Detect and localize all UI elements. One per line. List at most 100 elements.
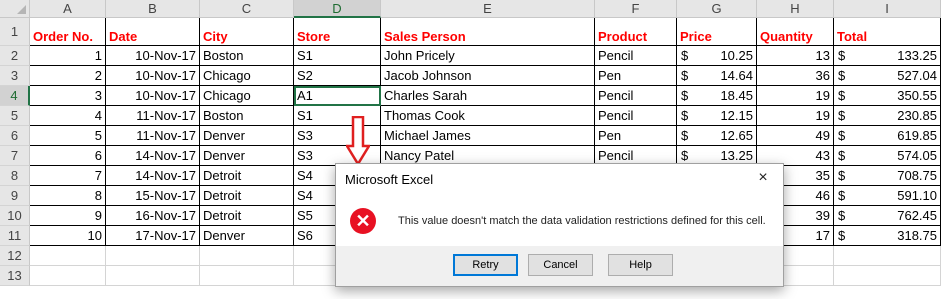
column-header-i[interactable]: I (834, 0, 941, 18)
cell-order[interactable]: 5 (30, 126, 106, 146)
help-button[interactable]: Help (608, 254, 673, 276)
cell-city[interactable]: Chicago (200, 66, 294, 86)
row-header-8[interactable]: 8 (0, 166, 30, 186)
cell-store[interactable]: S1 (294, 46, 381, 66)
column-header-h[interactable]: H (757, 0, 834, 18)
column-header-e[interactable]: E (381, 0, 595, 18)
cell-total[interactable]: $133.25 (834, 46, 941, 66)
cell-total[interactable]: $762.45 (834, 206, 941, 226)
cell-qty[interactable]: 19 (757, 86, 834, 106)
header-cell-e[interactable]: Sales Person (381, 18, 595, 46)
cell-qty[interactable]: 13 (757, 46, 834, 66)
header-cell-g[interactable]: Price (677, 18, 757, 46)
cell-date[interactable]: 14-Nov-17 (106, 166, 200, 186)
empty-cell[interactable] (834, 246, 941, 266)
cell-order[interactable]: 2 (30, 66, 106, 86)
header-cell-a[interactable]: Order No. (30, 18, 106, 46)
cell-date[interactable]: 16-Nov-17 (106, 206, 200, 226)
cell-price[interactable]: $12.65 (677, 126, 757, 146)
column-header-a[interactable]: A (30, 0, 106, 18)
cancel-button[interactable]: Cancel (528, 254, 593, 276)
cell-order[interactable]: 8 (30, 186, 106, 206)
row-header-11[interactable]: 11 (0, 226, 30, 246)
cell-total[interactable]: $527.04 (834, 66, 941, 86)
cell-product[interactable]: Pencil (595, 86, 677, 106)
cell-order[interactable]: 10 (30, 226, 106, 246)
cell-city[interactable]: Boston (200, 46, 294, 66)
cell-product[interactable]: Pencil (595, 46, 677, 66)
cell-person[interactable]: Michael James (381, 126, 595, 146)
row-header-9[interactable]: 9 (0, 186, 30, 206)
cell-qty[interactable]: 36 (757, 66, 834, 86)
cell-city[interactable]: Detroit (200, 186, 294, 206)
cell-order[interactable]: 3 (30, 86, 106, 106)
empty-cell[interactable] (200, 266, 294, 286)
cell-city[interactable]: Chicago (200, 86, 294, 106)
cell-total[interactable]: $350.55 (834, 86, 941, 106)
cell-date[interactable]: 17-Nov-17 (106, 226, 200, 246)
cell-date[interactable]: 11-Nov-17 (106, 106, 200, 126)
cell-price[interactable]: $10.25 (677, 46, 757, 66)
empty-cell[interactable] (200, 246, 294, 266)
header-cell-b[interactable]: Date (106, 18, 200, 46)
row-header-4[interactable]: 4 (0, 86, 30, 106)
cell-qty[interactable]: 49 (757, 126, 834, 146)
row-header-6[interactable]: 6 (0, 126, 30, 146)
column-header-g[interactable]: G (677, 0, 757, 18)
row-header-13[interactable]: 13 (0, 266, 30, 286)
selected-cell-store[interactable]: A1 (294, 86, 381, 106)
cell-product[interactable]: Pencil (595, 106, 677, 126)
cell-product[interactable]: Pen (595, 66, 677, 86)
select-all-corner[interactable] (0, 0, 30, 18)
row-header-5[interactable]: 5 (0, 106, 30, 126)
cell-order[interactable]: 1 (30, 46, 106, 66)
cell-order[interactable]: 9 (30, 206, 106, 226)
cell-price[interactable]: $12.15 (677, 106, 757, 126)
retry-button[interactable]: Retry (453, 254, 518, 276)
cell-city[interactable]: Boston (200, 106, 294, 126)
cell-city[interactable]: Denver (200, 126, 294, 146)
row-header-2[interactable]: 2 (0, 46, 30, 66)
empty-cell[interactable] (834, 266, 941, 286)
cell-person[interactable]: Thomas Cook (381, 106, 595, 126)
column-header-f[interactable]: F (595, 0, 677, 18)
close-icon[interactable]: × (751, 168, 775, 188)
cell-date[interactable]: 15-Nov-17 (106, 186, 200, 206)
cell-city[interactable]: Denver (200, 146, 294, 166)
row-header-12[interactable]: 12 (0, 246, 30, 266)
cell-total[interactable]: $708.75 (834, 166, 941, 186)
column-header-b[interactable]: B (106, 0, 200, 18)
empty-cell[interactable] (106, 266, 200, 286)
cell-total[interactable]: $574.05 (834, 146, 941, 166)
row-header-10[interactable]: 10 (0, 206, 30, 226)
cell-date[interactable]: 10-Nov-17 (106, 66, 200, 86)
empty-cell[interactable] (30, 266, 106, 286)
cell-total[interactable]: $318.75 (834, 226, 941, 246)
header-cell-f[interactable]: Product (595, 18, 677, 46)
cell-date[interactable]: 10-Nov-17 (106, 86, 200, 106)
cell-total[interactable]: $591.10 (834, 186, 941, 206)
cell-date[interactable]: 14-Nov-17 (106, 146, 200, 166)
cell-total[interactable]: $619.85 (834, 126, 941, 146)
cell-product[interactable]: Pen (595, 126, 677, 146)
cell-person[interactable]: Jacob Johnson (381, 66, 595, 86)
cell-order[interactable]: 7 (30, 166, 106, 186)
cell-price[interactable]: $18.45 (677, 86, 757, 106)
cell-city[interactable]: Detroit (200, 166, 294, 186)
cell-qty[interactable]: 19 (757, 106, 834, 126)
row-header-3[interactable]: 3 (0, 66, 30, 86)
cell-order[interactable]: 4 (30, 106, 106, 126)
row-header-7[interactable]: 7 (0, 146, 30, 166)
cell-person[interactable]: John Pricely (381, 46, 595, 66)
cell-store[interactable]: S2 (294, 66, 381, 86)
header-cell-c[interactable]: City (200, 18, 294, 46)
empty-cell[interactable] (106, 246, 200, 266)
row-header-1[interactable]: 1 (0, 18, 30, 46)
header-cell-i[interactable]: Total (834, 18, 941, 46)
cell-price[interactable]: $14.64 (677, 66, 757, 86)
column-header-c[interactable]: C (200, 0, 294, 18)
cell-order[interactable]: 6 (30, 146, 106, 166)
cell-city[interactable]: Detroit (200, 206, 294, 226)
column-header-d[interactable]: D (294, 0, 381, 18)
header-cell-d[interactable]: Store (294, 18, 381, 46)
